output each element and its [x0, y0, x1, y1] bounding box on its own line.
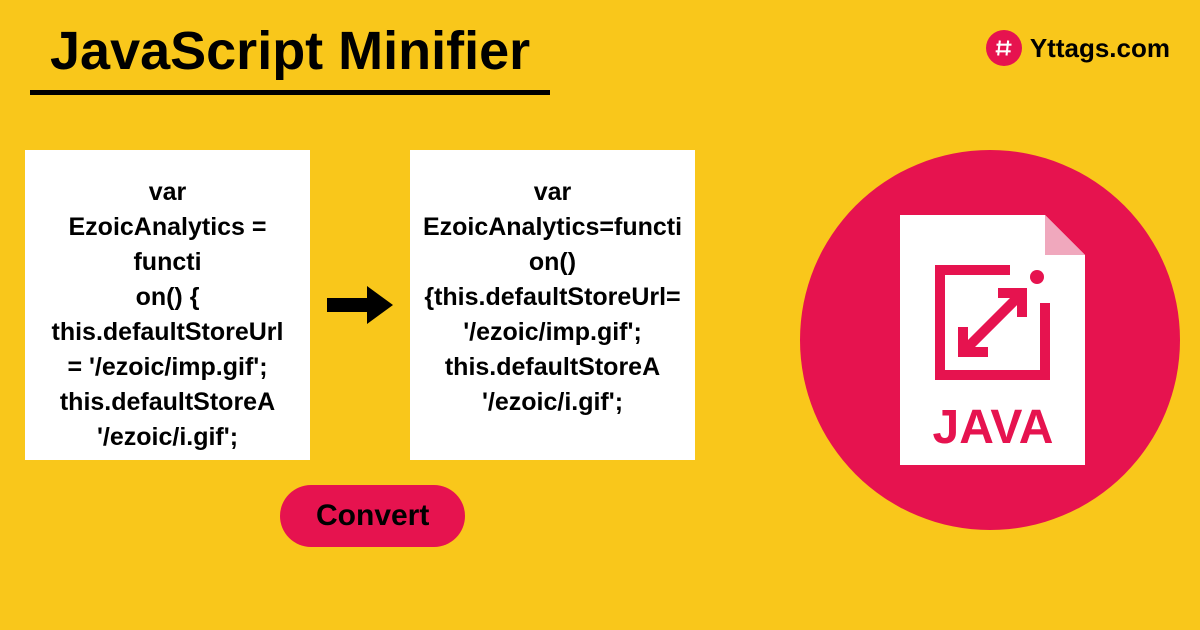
header: JavaScript Minifier Yttags.com	[30, 20, 1170, 95]
input-line: = '/ezoic/imp.gif';	[67, 350, 267, 385]
output-code-box[interactable]: var EzoicAnalytics=functi on() {this.def…	[410, 150, 695, 460]
input-line: this.defaultStoreA	[60, 385, 275, 420]
output-line: on()	[529, 245, 576, 280]
brand[interactable]: Yttags.com	[986, 30, 1170, 66]
brand-icon	[986, 30, 1022, 66]
output-line: {this.defaultStoreUrl=	[424, 280, 680, 315]
input-line: this.defaultStoreUrl	[52, 315, 284, 350]
java-label: JAVA	[933, 401, 1054, 454]
input-line: var	[149, 175, 187, 210]
input-line: on() {	[136, 280, 200, 315]
output-line: '/ezoic/imp.gif';	[463, 315, 642, 350]
input-code-box[interactable]: var EzoicAnalytics = functi on() { this.…	[25, 150, 310, 460]
input-line: '/ezoic/i.gif';	[97, 420, 238, 455]
input-line: EzoicAnalytics = functi	[35, 210, 300, 280]
output-line: '/ezoic/i.gif';	[482, 385, 623, 420]
arrow-icon	[325, 280, 395, 330]
convert-button[interactable]: Convert	[280, 485, 465, 547]
brand-name: Yttags.com	[1030, 33, 1170, 64]
java-file-icon: JAVA	[890, 215, 1090, 465]
output-line: var	[534, 175, 572, 210]
output-line: this.defaultStoreA	[445, 350, 660, 385]
content-area: var EzoicAnalytics = functi on() { this.…	[25, 150, 695, 460]
java-badge-circle: JAVA	[800, 150, 1180, 530]
page-title: JavaScript Minifier	[30, 20, 550, 95]
output-line: EzoicAnalytics=functi	[423, 210, 682, 245]
